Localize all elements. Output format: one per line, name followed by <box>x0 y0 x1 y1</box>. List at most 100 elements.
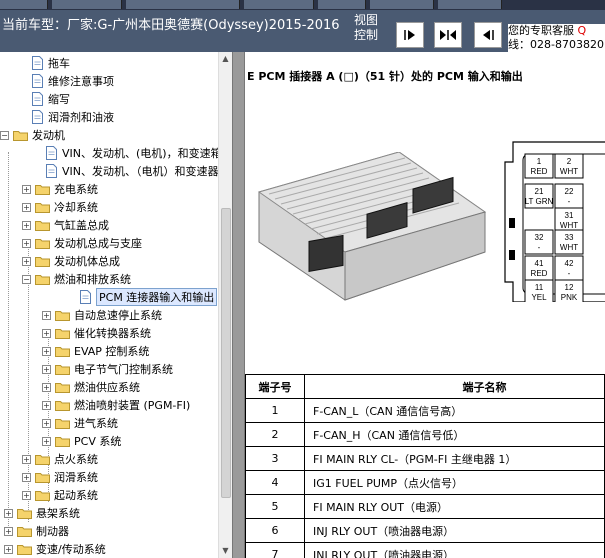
folder-icon <box>17 544 32 555</box>
tree-document-node[interactable]: VIN、发动机、（电机）和变速器 <box>46 162 219 180</box>
folder-icon <box>35 490 50 501</box>
expand-icon[interactable]: + <box>22 454 31 464</box>
scrollbar-thumb[interactable] <box>221 208 231 498</box>
tree-folder-node[interactable]: + 燃油喷射装置 (PGM-FI) <box>42 396 190 414</box>
tree-node-label: 进气系统 <box>74 417 118 430</box>
tree-folder-node[interactable]: + 进气系统 <box>42 414 118 432</box>
folder-icon <box>35 184 50 195</box>
tree-folder-node[interactable]: + 发动机总成与支座 <box>22 234 142 252</box>
tree-folder-node[interactable]: + EVAP 控制系统 <box>42 342 149 360</box>
tree-folder-node[interactable]: + 悬架系统 <box>4 504 80 522</box>
tree-node-label: 自动怠速停止系统 <box>74 309 162 322</box>
tab[interactable] <box>370 0 434 9</box>
customer-service-label: 您的专职客服 <box>508 24 574 37</box>
tree-node-label: PCV 系统 <box>74 435 122 448</box>
expand-icon[interactable]: + <box>22 220 31 230</box>
expand-icon[interactable]: + <box>22 256 31 266</box>
tree-folder-node[interactable]: + 润滑系统 <box>22 468 98 486</box>
expand-icon[interactable]: + <box>22 490 31 500</box>
tree-node-label: 电子节气门控制系统 <box>74 363 173 376</box>
pin-number: 31 <box>565 211 574 220</box>
tree-node-label: 发动机总成与支座 <box>54 237 142 250</box>
previous-button[interactable] <box>474 22 502 48</box>
expand-icon[interactable]: + <box>22 184 31 194</box>
folder-icon <box>55 364 70 375</box>
tab[interactable] <box>244 0 314 9</box>
tab[interactable] <box>126 0 240 9</box>
pin-wire-color: RED <box>531 167 548 176</box>
page-heading: E PCM 插接器 A (□)（51 针）处的 PCM 输入和输出 <box>247 70 523 83</box>
folder-icon <box>55 400 70 411</box>
tab[interactable] <box>52 0 122 9</box>
tree-document-node[interactable]: 维修注意事项 <box>32 72 114 90</box>
expand-icon[interactable]: + <box>4 526 13 536</box>
tree-folder-node[interactable]: + PCV 系统 <box>42 432 121 450</box>
expand-icon[interactable]: + <box>4 508 13 518</box>
tree-folder-node[interactable]: + 燃油供应系统 <box>42 378 140 396</box>
collapse-icon[interactable]: − <box>0 130 9 140</box>
tree-document-node[interactable]: 缩写 <box>32 90 70 108</box>
expand-icon[interactable]: + <box>42 400 51 410</box>
tree-node-label: 缩写 <box>48 93 70 106</box>
tree-folder-node[interactable]: + 催化转换器系统 <box>42 324 151 342</box>
expand-icon[interactable]: + <box>42 382 51 392</box>
tab[interactable] <box>0 0 48 9</box>
table-row: 4 IG1 FUEL PUMP（点火信号） <box>245 470 605 495</box>
qq-link[interactable]: Q <box>578 24 587 37</box>
tree-folder-node[interactable]: − 发动机 <box>0 126 65 144</box>
terminal-name: FI MAIN RLY OUT（电源） <box>304 494 605 519</box>
expand-icon[interactable]: + <box>42 310 51 320</box>
collapse-icon[interactable]: − <box>22 274 31 284</box>
terminal-name: INJ RLY OUT（喷油器电源） <box>304 542 605 558</box>
tree-folder-node[interactable]: + 冷却系统 <box>22 198 98 216</box>
folder-icon <box>55 328 70 339</box>
document-icon <box>32 92 43 106</box>
tree-node-label: 发动机 <box>32 129 65 142</box>
expand-icon[interactable]: + <box>42 418 51 428</box>
expand-icon[interactable]: + <box>22 238 31 248</box>
tree-folder-node[interactable]: + 充电系统 <box>22 180 98 198</box>
tree-folder-node[interactable]: + 变速/传动系统 <box>4 540 106 558</box>
expand-icon[interactable]: + <box>42 364 51 374</box>
expand-collapse-button[interactable] <box>434 22 462 48</box>
tab[interactable] <box>318 0 366 9</box>
folder-icon <box>35 454 50 465</box>
pin-number: 42 <box>565 259 574 268</box>
tree-folder-node[interactable]: + 发动机体总成 <box>22 252 120 270</box>
view-control-label: 视图控制 <box>354 13 379 42</box>
tree-folder-node[interactable]: − 燃油和排放系统 <box>22 270 131 288</box>
tree-document-node[interactable]: 拖车 <box>32 54 70 72</box>
next-button[interactable] <box>396 22 424 48</box>
tree-node-label: EVAP 控制系统 <box>74 345 150 358</box>
document-icon <box>46 146 57 160</box>
tree-document-node[interactable]: 润滑剂和油液 <box>32 108 114 126</box>
tree-folder-node[interactable]: + 起动系统 <box>22 486 98 504</box>
folder-icon <box>55 310 70 321</box>
scroll-down-arrow-icon[interactable]: ▼ <box>219 544 232 558</box>
pin-number: 21 <box>535 187 544 196</box>
tab[interactable] <box>438 0 502 9</box>
table-row: 3 FI MAIN RLY CL-（PGM-FI 主继电器 1） <box>245 446 605 471</box>
hotline-text: 线：028-8703820 <box>508 38 604 51</box>
expand-icon[interactable]: + <box>42 328 51 338</box>
tree-node-label: 充电系统 <box>54 183 98 196</box>
tree-folder-node[interactable]: + 气缸盖总成 <box>22 216 109 234</box>
pane-splitter[interactable] <box>232 52 245 558</box>
tree-folder-node[interactable]: + 电子节气门控制系统 <box>42 360 173 378</box>
expand-icon[interactable]: + <box>22 472 31 482</box>
pin-wire-color: YEL <box>531 293 547 302</box>
tree-node-label: 起动系统 <box>54 489 98 502</box>
tree-document-node[interactable]: PCM 连接器输入和输出 <box>80 288 218 306</box>
terminal-name: F-CAN_H（CAN 通信信号低） <box>304 422 605 447</box>
tree-scrollbar[interactable]: ▲ ▼ <box>218 52 232 558</box>
expand-icon[interactable]: + <box>22 202 31 212</box>
expand-icon[interactable]: + <box>42 346 51 356</box>
expand-icon[interactable]: + <box>42 436 51 446</box>
tree-folder-node[interactable]: + 点火系统 <box>22 450 98 468</box>
tree-document-node[interactable]: VIN、发动机、(电机)，和变速箱 <box>46 144 222 162</box>
tree-node-label: 润滑系统 <box>54 471 98 484</box>
scroll-up-arrow-icon[interactable]: ▲ <box>219 52 232 66</box>
expand-icon[interactable]: + <box>4 544 13 554</box>
tree-folder-node[interactable]: + 制动器 <box>4 522 69 540</box>
tree-folder-node[interactable]: + 自动怠速停止系统 <box>42 306 162 324</box>
